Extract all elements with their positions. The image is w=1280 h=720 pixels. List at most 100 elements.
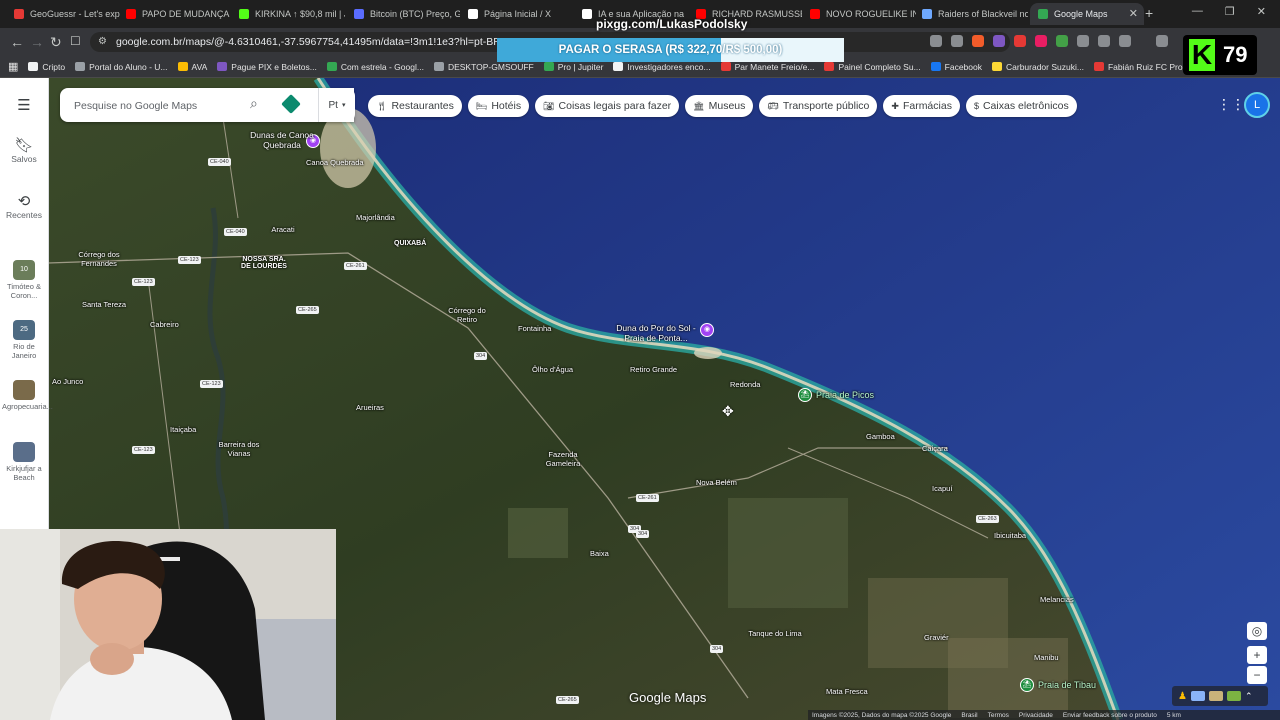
bookmark-item[interactable]: Par Manete Freio/e... (720, 62, 814, 72)
map-place-label[interactable]: Tanque do Lima (748, 629, 802, 638)
map-place-label[interactable]: Mata Fresca (826, 687, 868, 696)
menu-button[interactable]: ☰ (0, 96, 48, 114)
bookmark-item[interactable]: DESKTOP-GMSOUFF (433, 62, 534, 72)
map-place-label[interactable]: Melancias (1040, 595, 1074, 604)
browser-tab[interactable]: NOVO ROGUELIKE INC (802, 3, 916, 25)
install-icon[interactable] (930, 35, 942, 47)
restore-icon[interactable]: ❐ (1225, 5, 1235, 18)
site-info-icon[interactable]: ⚙ (98, 36, 107, 47)
expand-icon[interactable]: ⌃ (1245, 691, 1253, 702)
beach-pin-icon[interactable]: ⛱ (798, 388, 812, 402)
share-icon[interactable] (951, 35, 963, 47)
close-tab-icon[interactable]: ✕ (1129, 7, 1138, 20)
map-poi-label[interactable]: Praia de Tibau (1038, 680, 1096, 690)
puzzle-icon[interactable] (1098, 35, 1110, 47)
map-place-label[interactable]: NOSSA SRA. DE LOURDES (237, 256, 291, 270)
extension-icon[interactable] (993, 35, 1005, 47)
extension-icon[interactable] (1077, 35, 1089, 47)
map-place-label[interactable]: Ibicuitaba (994, 531, 1026, 540)
minimize-icon[interactable]: — (1192, 5, 1203, 18)
reload-icon[interactable]: ↻ (50, 34, 62, 51)
bookmark-item[interactable]: Facebook (930, 62, 982, 72)
category-chip[interactable]: ✚ Farmácias (883, 95, 960, 117)
map-place-label[interactable]: Santa Tereza (82, 300, 126, 309)
map-place-label[interactable]: Gamboa (866, 432, 895, 441)
footer-link[interactable]: Brasil (961, 712, 977, 719)
extension-icon[interactable] (1014, 35, 1026, 47)
map-place-label[interactable]: Redonda (730, 380, 760, 389)
map-place-label[interactable]: Graviér (924, 633, 949, 642)
brave-shield-icon[interactable] (972, 35, 984, 47)
bookmark-item[interactable]: Investigadores enco... (613, 62, 711, 72)
map-poi-label[interactable]: Duna do Por do Sol - Praia de Ponta... (608, 323, 704, 343)
recent-place-item[interactable]: Agropecuaria... (0, 380, 53, 411)
layers-panel[interactable]: ♟ ⌃ (1172, 686, 1268, 706)
bookmark-item[interactable]: Painel Completo Su... (824, 62, 921, 72)
apps-grid-icon[interactable]: ▦ (8, 60, 18, 73)
map-place-label[interactable]: Aracati (256, 225, 310, 234)
bookmark-item[interactable]: Com estrela - Googl... (326, 62, 424, 72)
search-input[interactable] (72, 96, 246, 116)
bookmark-item[interactable]: AVA (177, 62, 207, 72)
browser-tab[interactable]: Raiders of Blackveil no (914, 3, 1028, 25)
map-place-label[interactable]: Canoa Quebrada (306, 158, 364, 167)
pegman-icon[interactable]: ♟ (1178, 691, 1187, 702)
extension-icon[interactable] (1035, 35, 1047, 47)
map-place-label[interactable]: Arueiras (356, 403, 384, 412)
map-place-label[interactable]: Córrego dos Fernandes (72, 250, 126, 268)
map-place-label[interactable]: Retiro Grande (630, 365, 677, 374)
recents-button[interactable]: ⟲ Recentes (0, 192, 48, 220)
browser-tab[interactable]: KIRKINA ↑ $90,8 mil | J (231, 3, 345, 25)
browser-tab[interactable]: GeoGuessr - Let's expl (6, 3, 120, 25)
map-place-label[interactable]: Ôlho d'Água (532, 365, 573, 374)
map-place-label[interactable]: QUIXABÁ (394, 240, 426, 247)
map-place-label[interactable]: Caiçara (922, 444, 948, 453)
footer-link[interactable]: Termos (988, 712, 1009, 719)
new-tab-button[interactable]: + (1145, 5, 1153, 21)
category-chip[interactable]: 🚌︎ Transporte público (759, 95, 878, 117)
browser-tab[interactable]: PAPO DE MUDANÇA D (118, 3, 232, 25)
back-icon[interactable]: ← (10, 34, 24, 50)
footer-link[interactable]: 5 km (1167, 712, 1181, 719)
browser-tab[interactable]: Página Inicial / X (460, 3, 574, 25)
category-chip[interactable]: 🍴︎ Restaurantes (368, 95, 462, 117)
map-place-label[interactable]: Cabreiro (150, 320, 179, 329)
extension-icon[interactable] (1056, 35, 1068, 47)
search-icon[interactable]: ⌕ (250, 95, 258, 112)
bookmark-item[interactable]: Portal do Aluno - U... (75, 62, 168, 72)
bookmark-item[interactable]: Pro | Jupiter (543, 62, 603, 72)
map-place-label[interactable]: Fontainha (518, 324, 551, 333)
bookmark-item[interactable]: Cripto (28, 62, 65, 72)
avatar[interactable]: L (1244, 92, 1270, 118)
footer-link[interactable]: Privacidade (1019, 712, 1053, 719)
close-window-icon[interactable]: ✕ (1257, 5, 1266, 18)
bookmark-page-icon[interactable]: ☐ (70, 34, 81, 48)
map-poi-label[interactable]: Dunas de Canoa Quebrada (234, 130, 330, 150)
zoom-in-button[interactable]: + (1247, 646, 1267, 664)
map-place-label[interactable]: Ao Junco (52, 377, 83, 386)
footer-link[interactable]: Enviar feedback sobre o produto (1063, 712, 1157, 719)
map-place-label[interactable]: Nova Belém (696, 478, 737, 487)
map-place-label[interactable]: Manibu (1034, 653, 1059, 662)
traffic-layer-icon[interactable] (1226, 691, 1241, 701)
map-place-label[interactable]: Fazenda Gameleira (536, 450, 590, 468)
recent-place-item[interactable]: Kirkjufjar a Beach (0, 442, 48, 482)
browser-tab[interactable]: Bitcoin (BTC) Preço, Gr (346, 3, 460, 25)
map-place-label[interactable]: Icapuí (932, 484, 952, 493)
forward-icon[interactable]: → (30, 34, 44, 50)
category-chip[interactable]: $ Caixas eletrônicos (965, 95, 1077, 117)
map-place-label[interactable]: Barreira dos Vianas (212, 440, 266, 458)
bookmark-item[interactable]: Carburador Suzuki... (992, 62, 1084, 72)
my-location-icon[interactable]: ◎ (1247, 622, 1267, 640)
category-chip[interactable]: 📷︎ Coisas legais para fazer (535, 95, 680, 117)
map-place-label[interactable]: Córrego do Retiro (440, 306, 494, 324)
map-place-label[interactable]: Itaiçaba (170, 425, 196, 434)
bookmark-item[interactable]: Pague PIX e Boletos... (217, 62, 317, 72)
map-place-label[interactable]: Baixa (590, 549, 609, 558)
beach-pin-icon[interactable]: ⛱ (1020, 678, 1034, 692)
media-icon[interactable] (1156, 35, 1168, 47)
browser-tab[interactable]: Google Maps ✕ (1030, 3, 1144, 25)
bookmark-item[interactable]: Fabián Ruiz FC Pro L... (1093, 62, 1197, 72)
saved-button[interactable]: 🔖︎ Salvos (0, 136, 48, 164)
category-chip[interactable]: 🛏︎ Hotéis (467, 95, 530, 117)
